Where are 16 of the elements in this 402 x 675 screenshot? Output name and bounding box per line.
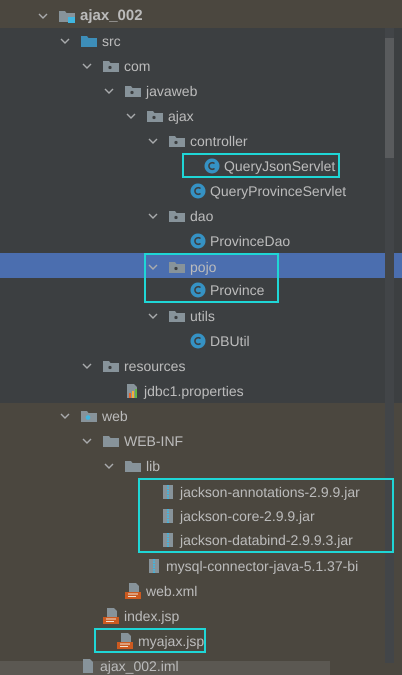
tree-item[interactable]: myajax.jsp [94,628,206,653]
tree-item[interactable]: src [60,28,121,53]
tree-item[interactable]: utils [148,303,215,328]
tree-item[interactable]: web.xml [104,578,198,603]
tree-item[interactable]: ajax_002.iml [60,653,179,675]
tree-item[interactable]: lib [104,453,160,478]
tree-item[interactable]: WEB-INF [82,428,184,453]
tree-item[interactable]: ajax [126,103,194,128]
tree-item[interactable]: DBUtil [170,328,250,353]
tree-item[interactable]: web [60,403,128,428]
tree-item[interactable]: ajax_002 [38,3,143,28]
tree-item[interactable]: dao [148,203,214,228]
tree-item[interactable]: index.jsp [82,603,180,628]
tree-item[interactable]: mysql-connector-java-5.1.37-bi [126,553,358,578]
tree-item[interactable]: com [82,53,150,78]
tree-item[interactable]: QueryJsonServlet [182,153,340,178]
